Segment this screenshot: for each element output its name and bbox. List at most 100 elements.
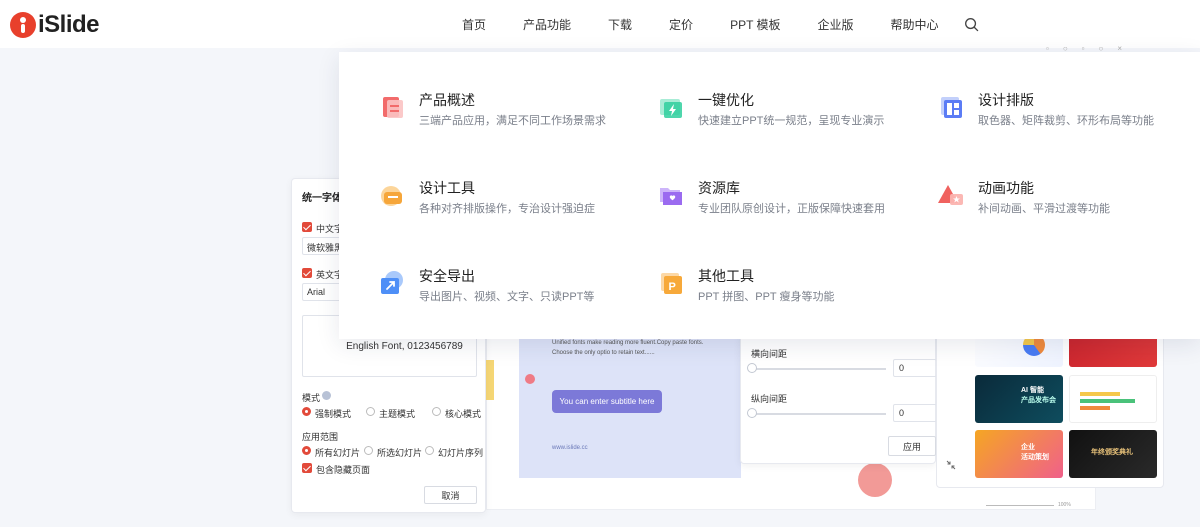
slide-decor-circle [858,463,892,497]
slide-subtitle-button: You can enter subtitle here [552,390,662,413]
menu-item-title: 其他工具 [698,268,754,284]
mode-force-label: 强制模式 [315,409,352,419]
toolbox-icon [381,186,402,206]
slide-decor-dot [525,374,535,384]
template-thumb-chart[interactable] [1069,375,1157,423]
menu-item-desc: 导出图片、视频、文字、只读PPT等 [419,291,595,303]
horizontal-spacing-slider[interactable] [751,368,886,370]
nav-home[interactable]: 首页 [462,16,486,33]
en-font-checkbox[interactable] [302,268,312,278]
islide-logo[interactable]: iSlide [10,11,100,39]
menu-item-other-tools[interactable]: P 其他工具 PPT 拼图、PPT 瘦身等功能 [658,266,918,316]
menu-item-title: 安全导出 [419,268,475,284]
mode-force-radio[interactable] [302,407,311,416]
menu-item-product-overview[interactable]: 产品概述 三端产品应用，满足不同工作场景需求 [379,90,639,140]
menu-item-title: 产品概述 [419,92,475,108]
template-thumbnails: AI 智能 产品发布会 企业 活动策划 年终颁奖典礼 [936,326,1164,488]
scope-sequence-label: 幻灯片序列 [438,448,484,458]
menu-item-desc: 各种对齐排版操作，专治设计强迫症 [419,203,595,215]
other-tools-icon: P [661,273,682,294]
mode-core-label: 核心模式 [445,409,482,419]
template-thumb-award[interactable]: 年终颁奖典礼 [1069,430,1157,478]
menu-item-title: 资源库 [698,180,740,196]
horizontal-spacing-input[interactable]: 0 [893,359,937,377]
hidden-pages-checkbox[interactable] [302,463,312,473]
mode-theme-label: 主题模式 [379,409,416,419]
animation-icon [938,185,963,205]
zoom-level: 100% [1058,502,1071,508]
menu-item-title: 设计工具 [419,180,475,196]
vertical-spacing-slider[interactable] [751,413,886,415]
mode-theme-radio[interactable] [366,407,375,416]
thumb-event-title: 企业 [1021,444,1035,451]
apply-button[interactable]: 应用 [888,436,936,456]
search-icon[interactable] [964,17,979,32]
slide-url: www.islide.cc [552,445,588,451]
logo-text: iSlide [38,11,100,38]
hidden-pages-label: 包含隐藏页面 [316,465,371,475]
menu-item-desc: 专业团队原创设计，正版保障快速套用 [698,203,885,215]
template-thumb-ai[interactable]: AI 智能 产品发布会 [975,375,1063,423]
nav-download[interactable]: 下载 [608,16,632,33]
folder-icon [660,188,682,205]
svg-text:P: P [669,281,676,293]
mode-label: 模式 [302,393,321,403]
slide-preview: Unified fonts make reading more fluent.C… [519,330,741,478]
mode-core-radio[interactable] [432,407,441,416]
nav-ppt-templates[interactable]: PPT 模板 [730,16,780,33]
shrink-icon[interactable] [946,460,956,470]
menu-item-desc: 三端产品应用，满足不同工作场景需求 [419,115,606,127]
document-icon [383,97,403,118]
top-header: iSlide 首页 产品功能 下载 定价 PPT 模板 企业版 帮助中心 [0,0,1200,48]
thumb-event-sub: 活动策划 [1021,454,1049,461]
menu-item-title: 动画功能 [978,180,1034,196]
vertical-slider-knob[interactable] [747,408,757,418]
scope-all-label: 所有幻灯片 [315,448,361,458]
horizontal-spacing-label: 横向间距 [751,349,788,359]
menu-item-resource-library[interactable]: 资源库 专业团队原创设计，正版保障快速套用 [658,178,918,228]
slide-accent-bar [486,360,494,400]
menu-item-desc: 快速建立PPT统一规范，呈现专业演示 [698,115,885,127]
scope-label: 应用范围 [302,432,339,442]
thumb-bar-1 [1080,392,1120,396]
menu-item-design-layout[interactable]: 设计排版 取色器、矩阵裁剪、环形布局等功能 [938,90,1198,140]
menu-item-desc: 补间动画、平滑过渡等功能 [978,203,1110,215]
menu-item-secure-export[interactable]: 安全导出 导出图片、视频、文字、只读PPT等 [379,266,639,316]
scope-sequence-radio[interactable] [425,446,434,455]
info-icon[interactable] [322,391,331,400]
menu-item-one-click-optimize[interactable]: 一键优化 快速建立PPT统一规范，呈现专业演示 [658,90,918,140]
menu-item-desc: PPT 拼图、PPT 瘦身等功能 [698,291,835,303]
menu-item-design-tools[interactable]: 设计工具 各种对齐排版操作，专治设计强迫症 [379,178,639,228]
horizontal-slider-knob[interactable] [747,363,757,373]
thumb-bar-3 [1080,406,1110,410]
nav-help-center[interactable]: 帮助中心 [891,16,939,33]
main-nav: 首页 产品功能 下载 定价 PPT 模板 企业版 帮助中心 [462,0,976,48]
slide-text-line1: Unified fonts make reading more fluent.C… [552,340,704,346]
nav-product-features[interactable]: 产品功能 [523,16,571,33]
menu-item-title: 一键优化 [698,92,754,108]
window-control-icons[interactable]: ▫○▫○× [1046,44,1136,53]
menu-item-animation[interactable]: 动画功能 补间动画、平滑过渡等功能 [938,178,1198,228]
scope-all-radio[interactable] [302,446,311,455]
panel-title: 统一字体 [302,193,342,204]
nav-enterprise[interactable]: 企业版 [818,16,854,33]
thumb-ai-sub: 产品发布会 [1021,397,1056,404]
menu-item-desc: 取色器、矩阵裁剪、环形布局等功能 [978,115,1154,127]
export-icon [381,271,403,294]
cn-font-checkbox[interactable] [302,222,312,232]
thumb-ai-title: AI 智能 [1021,387,1044,394]
logo-mark-icon [10,12,36,38]
spacing-panel: 横向间距 0 纵向间距 0 应用 [740,330,937,464]
thumb-award-title: 年终颁奖典礼 [1091,449,1133,456]
template-thumb-event[interactable]: 企业 活动策划 [975,430,1063,478]
vertical-spacing-label: 纵向间距 [751,394,788,404]
cancel-button[interactable]: 取消 [424,486,477,504]
scope-selected-label: 所选幻灯片 [377,448,423,458]
layout-icon [941,97,962,118]
slide-text-line2: Choose the only optio to retain text....… [552,350,655,356]
nav-pricing[interactable]: 定价 [669,16,693,33]
zoom-slider[interactable] [986,505,1054,506]
scope-selected-radio[interactable] [364,446,373,455]
thumb-bar-2 [1080,399,1135,403]
vertical-spacing-input[interactable]: 0 [893,404,937,422]
